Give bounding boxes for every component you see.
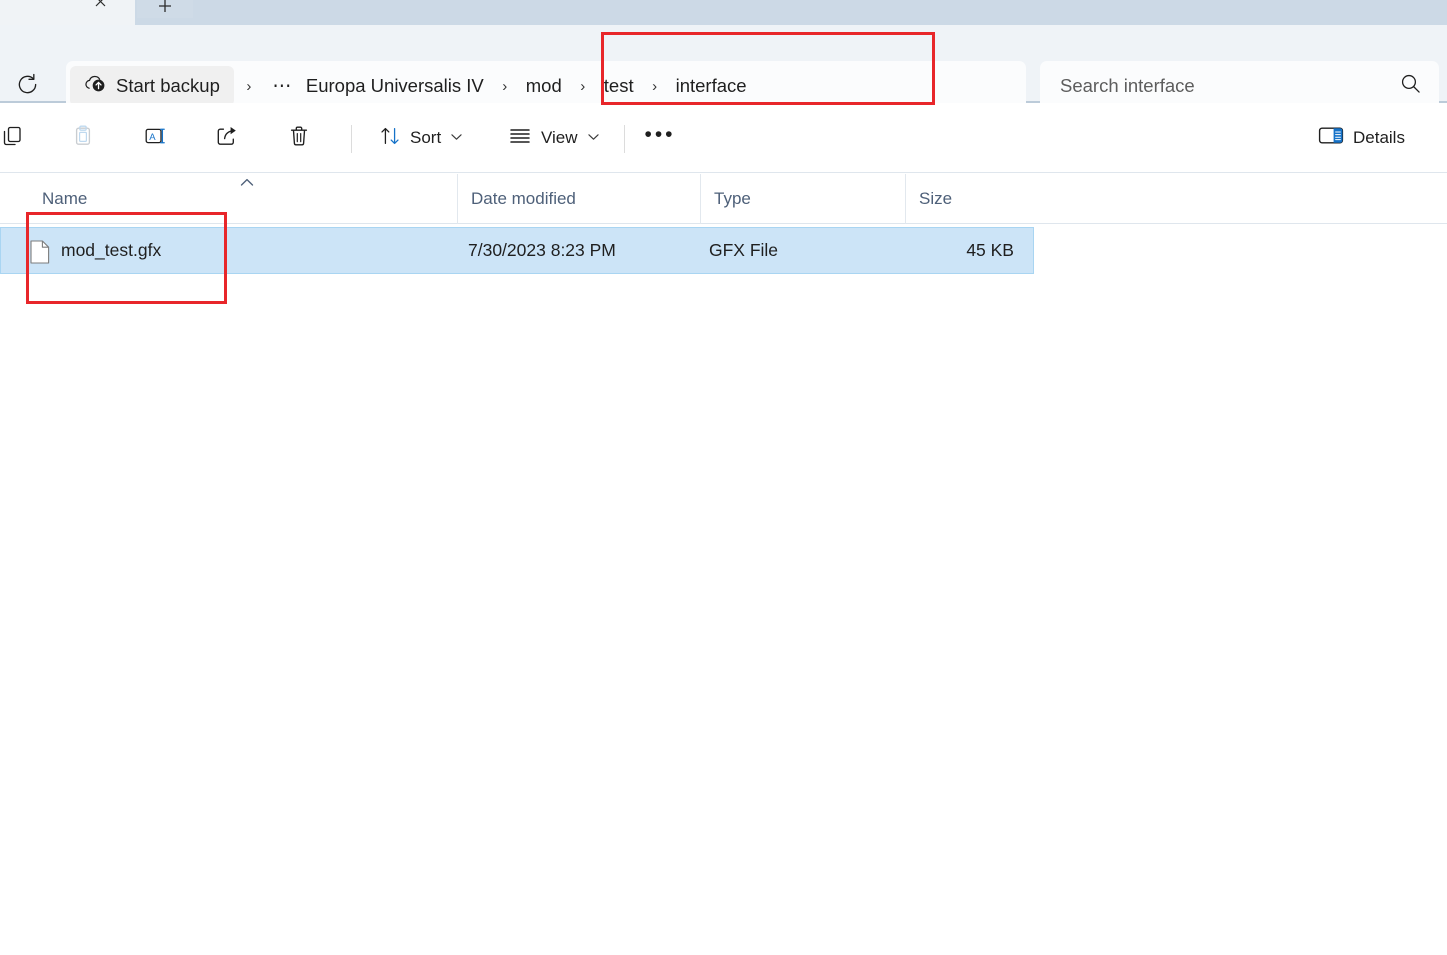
paste-button[interactable] [71,115,115,161]
column-header-type-label: Type [714,189,751,208]
breadcrumb-item-europa-universalis-iv[interactable]: Europa Universalis IV [300,66,490,106]
breadcrumb-overflow-button[interactable]: ⋯ [266,66,300,106]
file-name: mod_test.gfx [61,240,162,260]
breadcrumb-separator-3: › [652,77,658,95]
sort-label: Sort [410,128,442,147]
details-pane-icon [1318,125,1344,151]
tab-active[interactable] [0,0,135,25]
breadcrumb-item-test[interactable]: test [598,66,640,106]
search-input[interactable]: Search interface [1060,75,1400,97]
column-header-name-label: Name [42,189,88,208]
breadcrumb-overflow-label: ⋯ [272,75,294,97]
file-list: mod_test.gfx 7/30/2023 8:23 PM GFX File … [0,225,1447,955]
breadcrumb-separator-1: › [502,77,508,95]
close-tab-icon[interactable] [90,0,110,11]
paste-icon [71,124,115,153]
file-date-modified: 7/30/2023 8:23 PM [468,240,616,260]
tab-strip [0,0,1447,25]
chevron-down-icon [451,132,462,144]
search-icon[interactable] [1400,73,1421,99]
ellipsis-icon: ••• [644,122,676,146]
address-bar: Start backup › ⋯ Europa Universalis IV ›… [0,25,1447,111]
breadcrumb-separator-0: › [246,77,252,95]
trash-icon [287,124,331,153]
column-header-size-label: Size [919,189,953,208]
generic-file-icon [30,240,50,264]
file-explorer-window: Start backup › ⋯ Europa Universalis IV ›… [0,0,1447,955]
view-list-icon [508,125,532,152]
file-size: 45 KB [966,240,1014,260]
column-header-name[interactable]: Name [0,174,457,224]
column-header-type[interactable]: Type [700,174,905,224]
column-header-row: Name Date modified Type Size [0,174,1447,224]
command-toolbar: A Sort View ••• Details [0,103,1447,173]
column-header-date-modified[interactable]: Date modified [457,174,700,224]
view-label: View [541,128,578,147]
share-icon [215,124,259,153]
view-button[interactable]: View [497,115,610,161]
delete-button[interactable] [287,115,331,161]
sort-button[interactable]: Sort [368,115,473,161]
rename-button[interactable]: A [143,115,187,161]
toolbar-separator-1 [351,125,352,153]
copy-icon [0,124,44,153]
share-button[interactable] [215,115,259,161]
column-header-date-modified-label: Date modified [471,189,576,208]
sort-icon [379,125,401,152]
sort-ascending-indicator-icon [239,176,255,188]
breadcrumb-item-interface[interactable]: interface [670,66,753,106]
svg-text:A: A [149,132,156,143]
breadcrumb-item-mod[interactable]: mod [520,66,568,106]
new-tab-button[interactable] [137,0,193,18]
details-label: Details [1353,128,1405,147]
refresh-icon [16,73,39,101]
table-row[interactable]: mod_test.gfx 7/30/2023 8:23 PM GFX File … [0,227,1034,274]
chevron-down-icon [587,132,599,144]
rename-icon: A [143,124,187,153]
column-header-size[interactable]: Size [905,174,1040,224]
cloud-upload-icon [82,73,107,99]
start-backup-button[interactable]: Start backup [70,66,234,106]
toolbar-separator-2 [624,125,625,153]
copy-button[interactable] [0,115,44,161]
plus-icon [157,0,173,14]
details-pane-button[interactable]: Details [1308,115,1415,161]
breadcrumb-separator-2: › [580,77,586,95]
file-type: GFX File [709,240,779,260]
start-backup-label: Start backup [116,75,220,96]
see-more-button[interactable]: ••• [638,115,682,161]
